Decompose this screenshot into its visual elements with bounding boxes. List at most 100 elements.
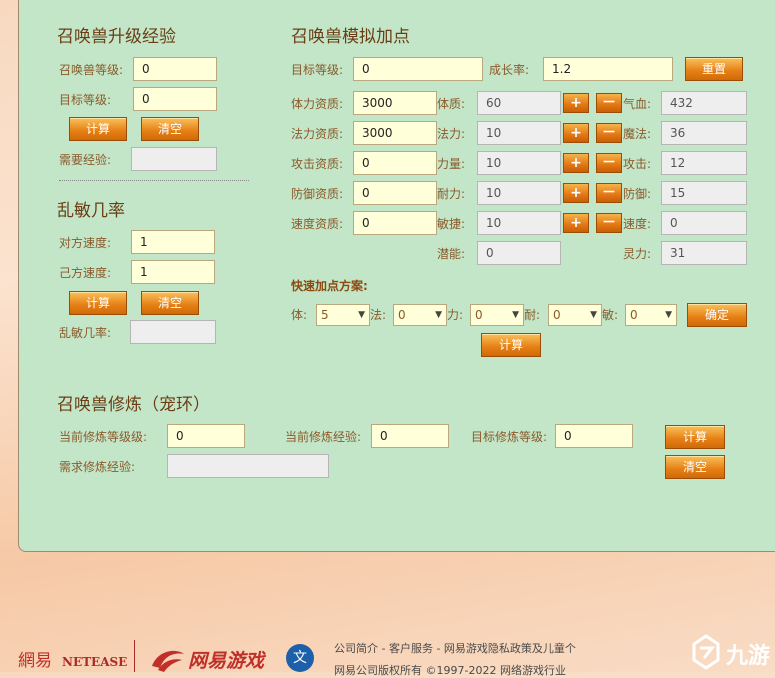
section-divider — [59, 180, 249, 181]
apt-label-atk: 攻击资质: — [291, 157, 344, 171]
res-label-atk: 攻击: — [623, 157, 652, 171]
spirit-label: 灵力: — [623, 247, 652, 261]
apt-label-spd: 速度资质: — [291, 217, 344, 231]
sim-target-level-input[interactable] — [353, 57, 483, 81]
own-speed-input[interactable] — [131, 260, 215, 284]
apt-label-def: 防御资质: — [291, 187, 344, 201]
minus-button-mag[interactable]: － — [596, 123, 622, 143]
quick-plan-title: 快速加点方案: — [291, 279, 368, 293]
quick-label-con: 体: — [291, 308, 308, 322]
attr-label-agi: 敏捷: — [437, 217, 466, 231]
jiuyou-logo-icon — [688, 634, 724, 670]
own-speed-label: 己方速度: — [59, 266, 112, 280]
footer-links[interactable]: 公司简介 - 客户服务 - 网易游戏隐私政策及儿童个 — [334, 640, 576, 656]
apt-input-mp[interactable] — [353, 121, 437, 145]
minus-button-str[interactable]: － — [596, 153, 622, 173]
growth-label: 成长率: — [489, 63, 530, 77]
reset-button[interactable]: 重置 — [685, 57, 743, 81]
attr-value-agi: 10 — [477, 211, 561, 235]
attr-label-end: 耐力: — [437, 187, 466, 201]
quick-select-str-value: 0 — [475, 308, 483, 322]
quick-select-con-value: 5 — [321, 308, 329, 322]
quick-select-mag[interactable]: 0 ▼ — [393, 304, 447, 326]
enemy-speed-input[interactable] — [131, 230, 215, 254]
need-exp-label: 需要经验: — [59, 153, 112, 167]
apt-input-def[interactable] — [353, 181, 437, 205]
plus-button-mag[interactable]: + — [563, 123, 589, 143]
minus-button-con[interactable]: － — [596, 93, 622, 113]
quick-select-end[interactable]: 0 ▼ — [548, 304, 602, 326]
jiuyou-watermark: 九游 — [726, 644, 771, 669]
plus-button-con[interactable]: + — [563, 93, 589, 113]
res-label-spd: 速度: — [623, 217, 652, 231]
plus-button-agi[interactable]: + — [563, 213, 589, 233]
levelup-target-level-input[interactable] — [133, 87, 217, 111]
train-cur-level-label: 当前修炼等级级: — [59, 430, 148, 444]
sim-title: 召唤兽模拟加点 — [291, 27, 410, 47]
attr-label-str: 力量: — [437, 157, 466, 171]
res-value-def: 15 — [661, 181, 747, 205]
logo-divider — [134, 640, 135, 672]
levelup-clear-button[interactable]: 清空 — [141, 117, 199, 141]
apt-input-spd[interactable] — [353, 211, 437, 235]
train-need-exp-output — [167, 454, 329, 478]
train-target-level-input[interactable] — [555, 424, 633, 448]
confirm-button[interactable]: 确定 — [687, 303, 747, 327]
train-cur-level-input[interactable] — [167, 424, 245, 448]
chevron-down-icon: ▼ — [665, 310, 672, 320]
train-clear-button[interactable]: 清空 — [665, 455, 725, 479]
apt-input-atk[interactable] — [353, 151, 437, 175]
pet-level-input[interactable] — [133, 57, 217, 81]
attr-label-con: 体质: — [437, 97, 466, 111]
spirit-value: 31 — [661, 241, 747, 265]
quick-label-end: 耐: — [524, 308, 541, 322]
apt-label-hp: 体力资质: — [291, 97, 344, 111]
speed-title: 乱敏几率 — [57, 201, 125, 221]
chevron-down-icon: ▼ — [435, 310, 442, 320]
quick-label-mag: 法: — [370, 308, 387, 322]
enemy-speed-label: 对方速度: — [59, 236, 112, 250]
speed-clear-button[interactable]: 清空 — [141, 291, 199, 315]
pet-level-label: 召唤兽等级: — [59, 63, 124, 77]
levelup-title: 召唤兽升级经验 — [57, 27, 176, 47]
speed-rate-output — [130, 320, 216, 344]
minus-button-agi[interactable]: － — [596, 213, 622, 233]
quick-label-agi: 敏: — [602, 308, 619, 322]
res-label-hp: 气血: — [623, 97, 652, 111]
quick-select-agi-value: 0 — [630, 308, 638, 322]
chevron-down-icon: ▼ — [512, 310, 519, 320]
quick-select-end-value: 0 — [553, 308, 561, 322]
culture-badge: 文 — [286, 644, 314, 672]
netease-games-swirl-icon — [150, 646, 186, 672]
quick-select-mag-value: 0 — [398, 308, 406, 322]
netease-games-logo: 网易游戏 — [188, 650, 265, 672]
netease-logo-cn: 網易 — [18, 651, 52, 671]
res-label-mp: 魔法: — [623, 127, 652, 141]
train-cur-exp-input[interactable] — [371, 424, 449, 448]
train-need-exp-label: 需求修炼经验: — [59, 460, 136, 474]
res-label-def: 防御: — [623, 187, 652, 201]
main-panel: 召唤兽升级经验 召唤兽等级: 目标等级: 计算 清空 需要经验: 乱敏几率 对方… — [18, 0, 775, 552]
growth-input[interactable] — [543, 57, 673, 81]
train-cur-exp-label: 当前修炼经验: — [285, 430, 362, 444]
quick-select-con[interactable]: 5 ▼ — [316, 304, 370, 326]
speed-rate-label: 乱敏几率: — [59, 326, 112, 340]
train-target-level-label: 目标修炼等级: — [471, 430, 548, 444]
apt-input-hp[interactable] — [353, 91, 437, 115]
apt-label-mp: 法力资质: — [291, 127, 344, 141]
quick-label-str: 力: — [447, 308, 464, 322]
netease-logo-en: NETEASE — [62, 655, 128, 669]
chevron-down-icon: ▼ — [590, 310, 597, 320]
quick-select-str[interactable]: 0 ▼ — [470, 304, 524, 326]
footer-copyright: 网易公司版权所有 ©1997-2022 网络游戏行业 — [334, 664, 566, 677]
minus-button-end[interactable]: － — [596, 183, 622, 203]
speed-calc-button[interactable]: 计算 — [69, 291, 127, 315]
levelup-calc-button[interactable]: 计算 — [69, 117, 127, 141]
train-calc-button[interactable]: 计算 — [665, 425, 725, 449]
res-value-mp: 36 — [661, 121, 747, 145]
plus-button-str[interactable]: + — [563, 153, 589, 173]
train-title: 召唤兽修炼（宠环） — [57, 395, 210, 415]
sim-calc-button[interactable]: 计算 — [481, 333, 541, 357]
quick-select-agi[interactable]: 0 ▼ — [625, 304, 677, 326]
plus-button-end[interactable]: + — [563, 183, 589, 203]
